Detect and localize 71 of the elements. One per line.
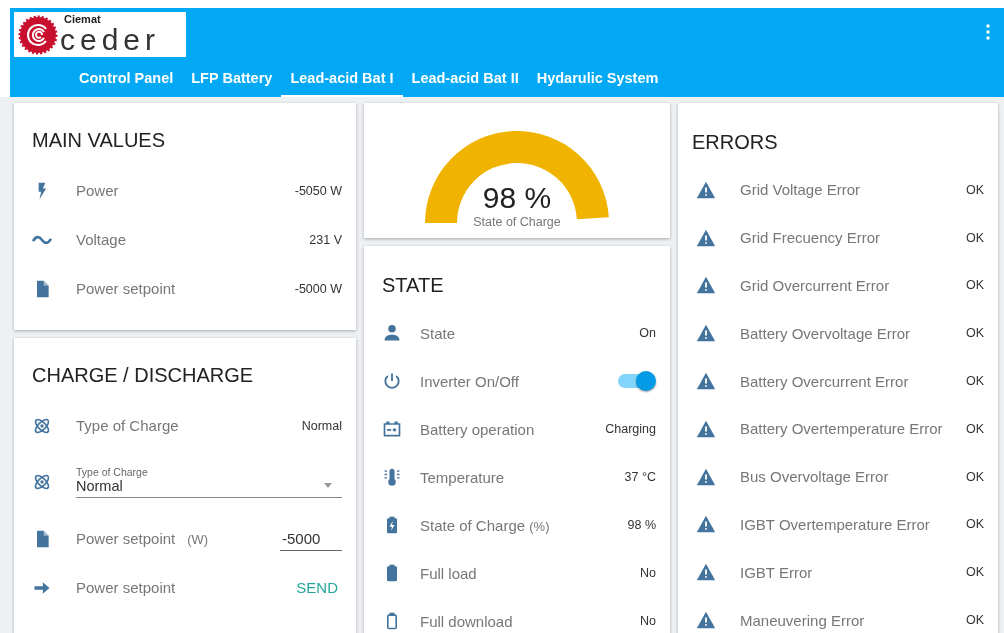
card-title: MAIN VALUES [32, 129, 166, 152]
row-label: Voltage [76, 231, 128, 248]
error-status: OK [965, 326, 984, 341]
error-status: OK [965, 565, 984, 580]
row-value: 98 % [627, 518, 656, 532]
charge-type-select[interactable]: Type of Charge Normal [76, 466, 342, 498]
logo-wordmark: ceder [60, 25, 161, 55]
row-value: -5050 W [294, 183, 342, 198]
row-label: State of Charge (%) [420, 516, 551, 534]
power-icon [382, 371, 402, 391]
row-label: Full download [420, 612, 514, 630]
row-value: Charging [605, 422, 656, 436]
warning-icon [696, 323, 716, 344]
error-label: Maneuvering Error [740, 611, 866, 629]
nav-tab[interactable]: Lead-acid Bat II [402, 62, 528, 97]
card-title: STATE [382, 274, 445, 297]
error-status: OK [965, 613, 984, 628]
error-label: IGBT Error [740, 563, 814, 581]
gauge-reading: 98 % [482, 181, 552, 215]
error-status: OK [965, 517, 984, 532]
row-value: On [639, 326, 656, 340]
row-value: 37 °C [624, 470, 656, 484]
row-value: No [640, 566, 656, 580]
nav-tab[interactable]: LFP Battery [182, 62, 282, 97]
row-label: Battery operation [420, 420, 536, 438]
row-label: Temperature [420, 468, 506, 486]
error-label: Grid Voltage Error [740, 181, 862, 199]
logo-subtitle: Ciemat [64, 14, 102, 25]
error-label: Battery Overtemperature Error [740, 420, 944, 438]
error-status: OK [965, 278, 984, 293]
row-label: Full load [420, 564, 478, 582]
card-title: ERRORS [692, 131, 779, 154]
row-label: Type of Charge [76, 417, 180, 434]
nav-tab[interactable]: Hydarulic System [527, 62, 668, 97]
dropdown-caret-icon [324, 483, 332, 488]
error-label: Battery Overvoltage Error [740, 324, 912, 342]
error-status: OK [965, 421, 984, 436]
row-value: -5000 W [294, 281, 342, 296]
row-label: Inverter On/Off [420, 372, 520, 390]
atom-icon [32, 472, 52, 492]
error-status: OK [965, 230, 984, 245]
row-label: Power setpoint (W) [76, 530, 210, 547]
error-label: Grid Overcurrent Error [740, 277, 891, 294]
row-value: No [640, 614, 656, 628]
thermometer-icon [382, 467, 402, 487]
battery-icon [382, 419, 402, 439]
warning-icon [696, 514, 716, 535]
error-label: Grid Frecuency Error [740, 229, 882, 247]
send-button[interactable]: SEND [292, 575, 342, 600]
error-label: IGBT Overtemperature Error [740, 515, 931, 533]
row-label: Power setpoint [76, 280, 177, 297]
warning-icon [696, 562, 716, 583]
nav-tab[interactable]: Control Panel [70, 62, 183, 97]
more-menu-icon[interactable] [986, 24, 990, 40]
error-status: OK [965, 182, 984, 197]
row-label: Power [76, 182, 120, 199]
gauge-caption: State of Charge [473, 215, 561, 229]
row-label: State [420, 324, 457, 342]
person-icon [382, 323, 402, 343]
card-title: CHARGE / DISCHARGE [32, 364, 255, 387]
row-value: 231 V [309, 232, 342, 247]
tilde-icon [32, 235, 52, 244]
row-label: Power setpoint [76, 579, 177, 596]
warning-icon [696, 371, 716, 392]
error-status: OK [965, 469, 984, 484]
row-value: Normal [301, 418, 342, 433]
warning-icon [696, 275, 716, 296]
error-label: Bus Overvoltage Error [740, 468, 890, 486]
error-status: OK [965, 374, 984, 389]
setpoint-input[interactable]: -5000 [280, 526, 342, 551]
error-label: Battery Overcurrent Error [740, 372, 910, 390]
